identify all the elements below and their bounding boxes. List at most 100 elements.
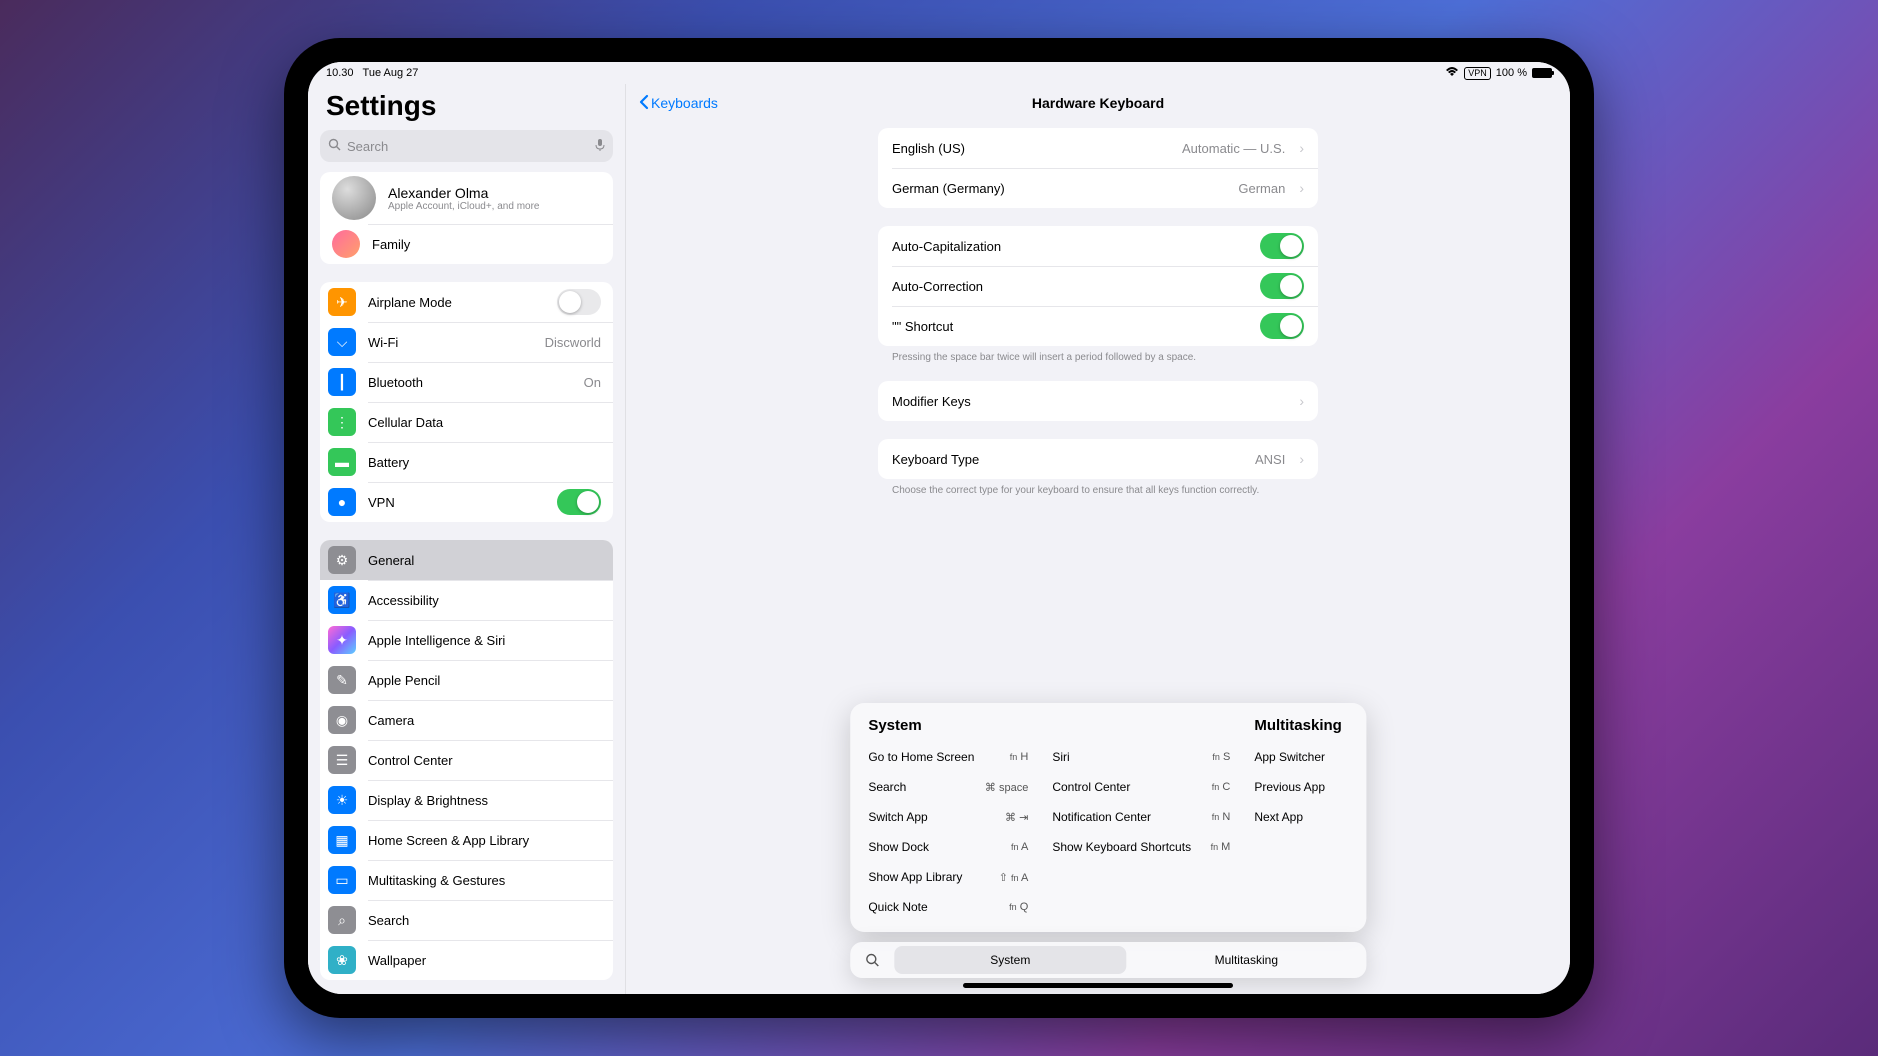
toggle[interactable] — [1260, 273, 1304, 299]
modifier-keys-row[interactable]: Modifier Keys › — [878, 381, 1318, 421]
sidebar-item-label: Multitasking & Gestures — [368, 873, 601, 888]
language-row[interactable]: English (US)Automatic — U.S.› — [878, 128, 1318, 168]
lang-label: German (Germany) — [892, 181, 1228, 196]
modifier-group: Modifier Keys › — [878, 381, 1318, 421]
shortcut-keys: fn M — [1211, 841, 1231, 853]
sidebar-item-wi-fi[interactable]: ⌵Wi-FiDiscworld — [320, 322, 613, 362]
wifi-icon — [1445, 67, 1459, 80]
battery-percent: 100 % — [1496, 67, 1527, 79]
shortcut-item[interactable]: Sirifn S — [1052, 742, 1230, 772]
status-bar: 10.30 Tue Aug 27 VPN 100 % — [308, 62, 1570, 84]
shortcut-search-button[interactable] — [854, 953, 890, 967]
avatar — [332, 176, 376, 220]
tab-system[interactable]: System — [894, 946, 1126, 974]
network-group: ✈Airplane Mode⌵Wi-FiDiscworld┃BluetoothO… — [320, 282, 613, 522]
sidebar-item-label: Wi-Fi — [368, 335, 533, 350]
shortcut-item[interactable]: Go to Home Screen fn H — [868, 742, 1028, 772]
shortcut-item[interactable]: Search⌘ space — [868, 772, 1028, 802]
back-button[interactable]: Keyboards — [638, 94, 718, 113]
settings-sidebar: Settings Search — [308, 84, 626, 994]
sidebar-item-label: Battery — [368, 455, 601, 470]
sidebar-item-accessibility[interactable]: ♿ Accessibility — [320, 580, 613, 620]
family-row[interactable]: Family — [320, 224, 613, 264]
search-icon — [328, 138, 341, 154]
chevron-right-icon: › — [1299, 393, 1304, 409]
chevron-right-icon: › — [1299, 451, 1304, 467]
shortcut-label: Show App Library — [868, 870, 962, 884]
shortcut-item[interactable]: Next Appfn — [1254, 802, 1366, 832]
vpn-icon: ● — [328, 488, 356, 516]
language-group: English (US)Automatic — U.S.›German (Ger… — [878, 128, 1318, 208]
shortcut-keys: ⌘ ⇥ — [1005, 811, 1028, 824]
shortcut-keys: fn C — [1212, 781, 1231, 793]
sidebar-item-label: Bluetooth — [368, 375, 572, 390]
shortcut-item[interactable]: Control Centerfn C — [1052, 772, 1230, 802]
wallpaper-icon: ❀ — [328, 946, 356, 974]
sidebar-item-vpn[interactable]: ●VPN — [320, 482, 613, 522]
tab-multitasking[interactable]: Multitasking — [1130, 946, 1362, 974]
sidebar-item-label: Apple Intelligence & Siri — [368, 633, 601, 648]
shortcut-item[interactable]: Switch App⌘ ⇥ — [868, 802, 1028, 832]
sidebar-item-battery[interactable]: ▬ Battery — [320, 442, 613, 482]
keyboard-type-row[interactable]: Keyboard Type ANSI › — [878, 439, 1318, 479]
display-icon: ☀ — [328, 786, 356, 814]
shortcut-tab-bar: System Multitasking — [850, 942, 1366, 978]
home-indicator[interactable] — [963, 983, 1233, 988]
system-group: ⚙General ♿ Accessibility ✦Apple Intelligenc… — [320, 540, 613, 980]
language-row[interactable]: German (Germany)German› — [878, 168, 1318, 208]
sidebar-item-cellular-data[interactable]: ⋮Cellular Data — [320, 402, 613, 442]
sidebar-item-wallpaper[interactable]: ❀Wallpaper — [320, 940, 613, 980]
shortcut-item[interactable]: Show Keyboard Shortcutsfn M — [1052, 832, 1230, 862]
chevron-left-icon — [638, 94, 649, 113]
sidebar-title: Settings — [308, 84, 625, 130]
sidebar-item-search[interactable]: ⌕Search — [320, 900, 613, 940]
toggle[interactable] — [1260, 233, 1304, 259]
sidebar-item-multitasking-gestures[interactable]: ▭Multitasking & Gestures — [320, 860, 613, 900]
kbtype-group: Keyboard Type ANSI › — [878, 439, 1318, 479]
mic-icon[interactable] — [595, 138, 605, 155]
shortcut-label: Previous App — [1254, 780, 1325, 794]
option-label: Auto-Capitalization — [892, 239, 1250, 254]
shortcut-label: Show Dock — [868, 840, 929, 854]
sidebar-item-general[interactable]: ⚙General — [320, 540, 613, 580]
bluetooth-icon: ┃ — [328, 368, 356, 396]
sc-header-system: System — [868, 717, 1028, 734]
status-date: Tue Aug 27 — [363, 67, 419, 79]
toggle[interactable] — [1260, 313, 1304, 339]
sidebar-item-bluetooth[interactable]: ┃BluetoothOn — [320, 362, 613, 402]
sidebar-item-apple-intelligence-siri[interactable]: ✦Apple Intelligence & Siri — [320, 620, 613, 660]
family-label: Family — [372, 237, 601, 252]
modifier-label: Modifier Keys — [892, 394, 1285, 409]
shortcut-keys: fn Q — [1009, 901, 1028, 913]
sidebar-item-control-center[interactable]: ☰Control Center — [320, 740, 613, 780]
shortcut-item[interactable]: Show Dockfn A — [868, 832, 1028, 862]
shortcut-label: Go to Home Screen — [868, 750, 974, 764]
sidebar-item-home-screen-app-library[interactable]: ▦Home Screen & App Library — [320, 820, 613, 860]
shortcut-item[interactable]: Show App Library⇧ fn A — [868, 862, 1028, 892]
account-row[interactable]: Alexander Olma Apple Account, iCloud+, a… — [320, 172, 613, 224]
sidebar-item-display-brightness[interactable]: ☀Display & Brightness — [320, 780, 613, 820]
shortcut-keys: fn S — [1212, 751, 1230, 763]
apple-icon: ✎ — [328, 666, 356, 694]
vpn-badge: VPN — [1464, 67, 1491, 80]
shortcut-item[interactable]: App Switcherfn — [1254, 742, 1366, 772]
shortcut-keys: fn H — [1010, 751, 1029, 763]
sidebar-item-apple-pencil[interactable]: ✎Apple Pencil — [320, 660, 613, 700]
kbtype-footer: Choose the correct type for your keyboar… — [878, 485, 1318, 496]
toggle[interactable] — [557, 289, 601, 315]
battery-icon: ▬ — [328, 448, 356, 476]
lang-value: Automatic — U.S. — [1182, 141, 1285, 156]
search-input[interactable]: Search — [320, 130, 613, 162]
shortcut-item[interactable]: Notification Centerfn N — [1052, 802, 1230, 832]
shortcut-item[interactable]: Previous Appfn — [1254, 772, 1366, 802]
sidebar-item-airplane-mode[interactable]: ✈Airplane Mode — [320, 282, 613, 322]
sidebar-item-label: Camera — [368, 713, 601, 728]
airplane-icon: ✈ — [328, 288, 356, 316]
shortcut-item[interactable]: Quick Notefn Q — [868, 892, 1028, 922]
sidebar-item-camera[interactable]: ◉Camera — [320, 700, 613, 740]
sidebar-item-label: Accessibility — [368, 593, 601, 608]
typing-footer: Pressing the space bar twice will insert… — [878, 352, 1318, 363]
toggle[interactable] — [557, 489, 601, 515]
home-icon: ▦ — [328, 826, 356, 854]
accessibility-icon: ♿ — [328, 586, 356, 614]
